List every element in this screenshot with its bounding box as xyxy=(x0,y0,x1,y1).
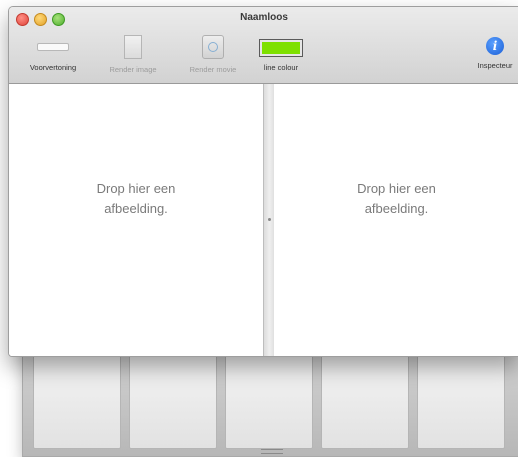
toolbar-render-image-label: Render image xyxy=(109,65,157,74)
toolbar-inspector-label: Inspecteur xyxy=(477,61,513,70)
right-drop-hint: Drop hier een afbeelding. xyxy=(274,179,518,219)
tray-slot[interactable] xyxy=(225,355,313,449)
tray-slot[interactable] xyxy=(321,355,409,449)
main-window: Naamloos Voorvertoning Render image Rend… xyxy=(8,6,518,357)
right-drop-hint-line1: Drop hier een xyxy=(357,181,436,196)
content-area: Drop hier een afbeelding. Drop hier een … xyxy=(9,84,518,356)
toolbar-render-image-button[interactable]: Render image xyxy=(95,35,171,74)
left-drop-zone[interactable]: Drop hier een afbeelding. xyxy=(9,84,263,356)
tray-slot[interactable] xyxy=(129,355,217,449)
toolbar-inspector-button[interactable]: i Inspecteur xyxy=(463,35,518,70)
tray-slot[interactable] xyxy=(417,355,505,449)
preview-icon xyxy=(37,43,69,51)
splitter-grip xyxy=(268,218,271,221)
info-icon: i xyxy=(486,37,504,55)
titlebar: Naamloos Voorvertoning Render image Rend… xyxy=(9,7,518,84)
left-drop-hint-line1: Drop hier een xyxy=(96,181,176,196)
window-title: Naamloos xyxy=(240,12,288,23)
toolbar-preview-label: Voorvertoning xyxy=(29,63,77,72)
toolbar-line-colour-label: line colour xyxy=(263,63,299,72)
render-image-icon xyxy=(124,35,142,59)
left-drop-hint-line2: afbeelding. xyxy=(104,201,168,216)
toolbar-render-movie-button[interactable]: Render movie xyxy=(175,35,251,74)
right-drop-zone[interactable]: Drop hier een afbeelding. xyxy=(274,84,518,356)
tray-resize-handle[interactable] xyxy=(261,449,283,454)
toolbar-render-movie-label: Render movie xyxy=(189,65,237,74)
color-swatch-icon xyxy=(259,39,303,57)
right-drop-hint-line2: afbeelding. xyxy=(364,201,429,216)
toolbar-preview-button[interactable]: Voorvertoning xyxy=(15,35,91,72)
toolbar-line-colour-button[interactable]: line colour xyxy=(251,35,311,72)
render-movie-icon xyxy=(202,35,224,59)
tray-slot[interactable] xyxy=(33,355,121,449)
left-drop-hint: Drop hier een afbeelding. xyxy=(9,179,263,219)
